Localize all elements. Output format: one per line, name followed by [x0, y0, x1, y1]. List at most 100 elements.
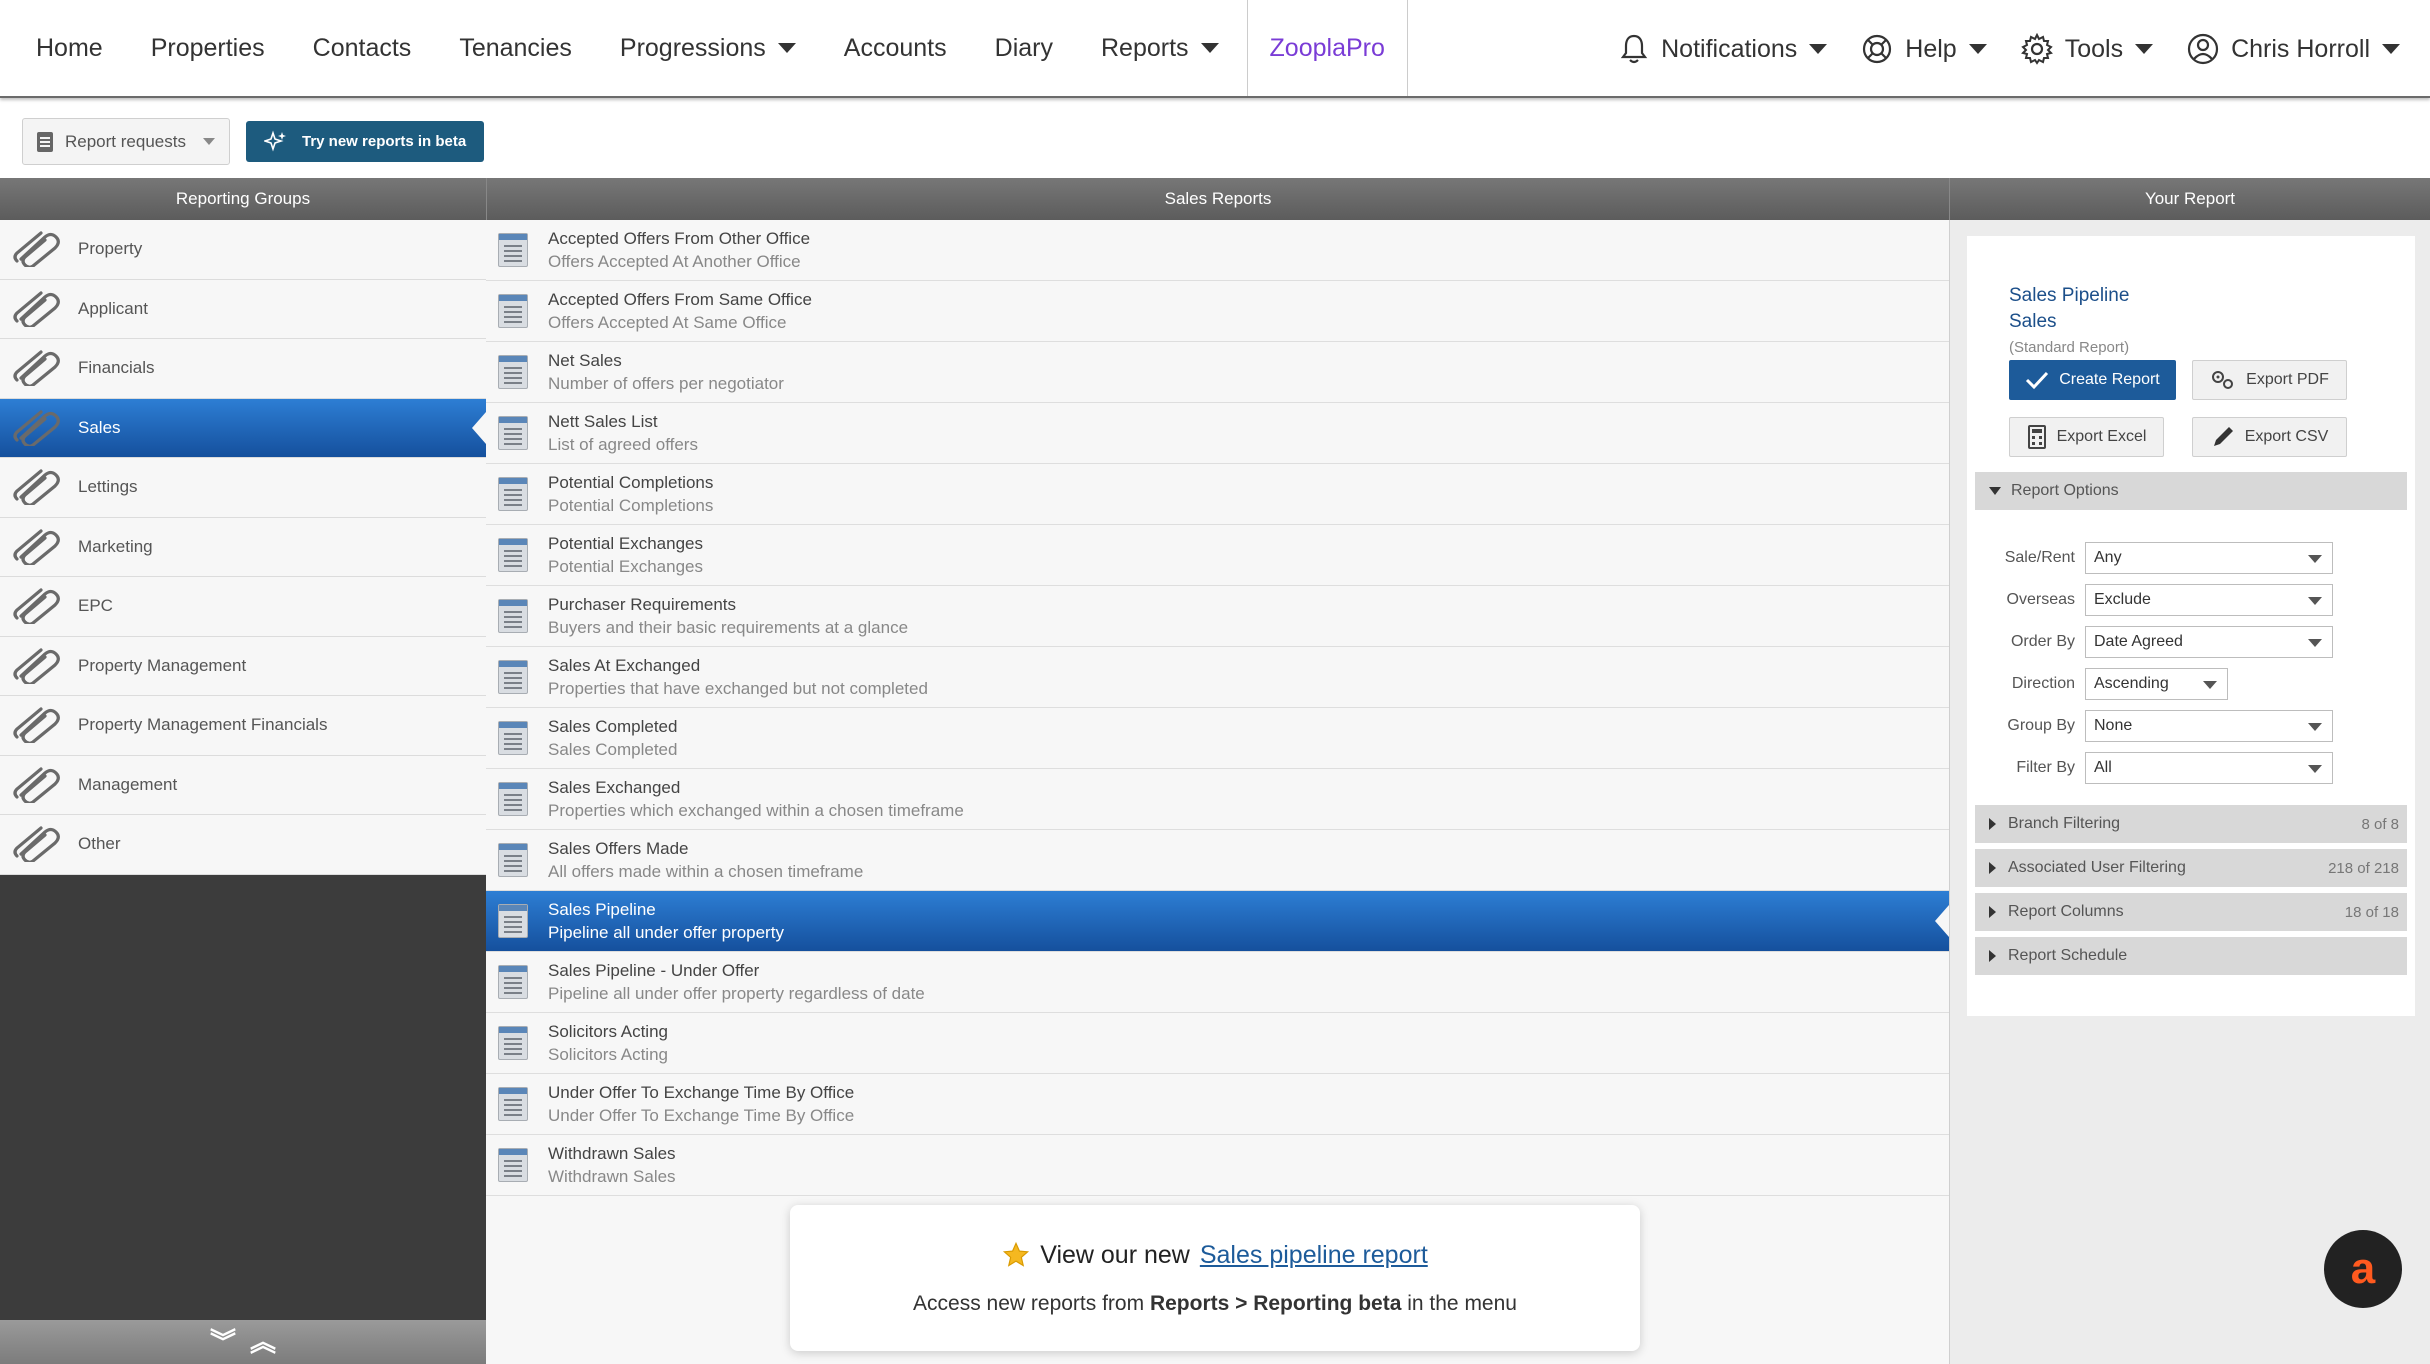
- report-item[interactable]: Potential Exchanges Potential Exchanges: [486, 525, 1949, 586]
- paperclip-icon: [8, 467, 64, 507]
- nav-right: Notifications Help Tools Chris Horroll: [1619, 0, 2400, 98]
- group-item-property[interactable]: Property: [0, 220, 486, 280]
- nav-accounts[interactable]: Accounts: [844, 0, 947, 96]
- nav-reports[interactable]: Reports: [1101, 0, 1219, 96]
- sales-reports-list: Accepted Offers From Other Office Offers …: [486, 220, 1949, 1364]
- export-pdf-button[interactable]: Export PDF: [2192, 360, 2347, 400]
- report-item-subtitle: Pipeline all under offer property regard…: [548, 983, 925, 1003]
- nav-properties[interactable]: Properties: [151, 0, 265, 96]
- report-options-toggle[interactable]: Report Options: [1975, 472, 2407, 510]
- nav-reports-label: Reports: [1100, 33, 1189, 62]
- export-excel-button[interactable]: Export Excel: [2009, 417, 2164, 457]
- report-item-text: Sales Pipeline - Under Offer Pipeline all…: [548, 961, 925, 1004]
- group-item-property-management[interactable]: Property Management: [0, 636, 486, 696]
- nav-left: Home Properties Contacts Tenancies Progr…: [0, 0, 1408, 96]
- report-item-title: Sales Pipeline - Under Offer: [548, 960, 760, 980]
- report-item[interactable]: Accepted Offers From Same Office Offers A…: [486, 281, 1949, 342]
- group-item-marketing[interactable]: Marketing: [0, 517, 486, 577]
- group-item-sales[interactable]: Sales: [0, 398, 486, 458]
- chat-launcher-button[interactable]: a: [2324, 1230, 2402, 1308]
- report-item-title: Sales Pipeline: [548, 899, 656, 919]
- group-item-lettings[interactable]: Lettings: [0, 458, 486, 518]
- nav-tenancies[interactable]: Tenancies: [459, 0, 572, 96]
- report-item[interactable]: Nett Sales List List of agreed offers: [486, 403, 1949, 464]
- report-item[interactable]: Sales Pipeline - Under Offer Pipeline all…: [486, 952, 1949, 1013]
- group-item-applicant[interactable]: Applicant: [0, 279, 486, 339]
- option-label: Direction: [2011, 675, 2075, 692]
- report-item[interactable]: Accepted Offers From Other Office Offers …: [486, 220, 1949, 281]
- report-item[interactable]: Sales Pipeline Pipeline all under offer p…: [486, 891, 1949, 952]
- report-document-icon: [498, 294, 528, 328]
- report-item[interactable]: Potential Completions Potential Completio…: [486, 464, 1949, 525]
- sales-pipeline-report-link[interactable]: Sales pipeline report: [1200, 1241, 1428, 1270]
- selected-report-name: Sales Pipeline Sales: [2009, 283, 2129, 335]
- section-label: Report Columns: [2008, 903, 2124, 920]
- groups-footer: ︾ ︽: [0, 1320, 486, 1364]
- sales-reports-title: Sales Reports: [1164, 189, 1272, 208]
- section-branch-filtering[interactable]: Branch Filtering 8 of 8: [1975, 805, 2407, 843]
- nav-help[interactable]: Help: [1861, 0, 1987, 98]
- report-item[interactable]: Sales Completed Sales Completed: [486, 708, 1949, 769]
- nav-progressions[interactable]: Progressions: [620, 0, 796, 96]
- chevron-down-icon: [2308, 765, 2322, 773]
- report-item-title: Net Sales: [548, 350, 622, 370]
- nav-diary-label: Diary: [994, 33, 1053, 62]
- nav-notifications[interactable]: Notifications: [1619, 0, 1828, 98]
- try-beta-label: Try new reports in beta: [302, 133, 467, 150]
- nav-home[interactable]: Home: [36, 0, 103, 96]
- try-beta-button[interactable]: Try new reports in beta: [246, 121, 485, 162]
- collapse-up-icon[interactable]: ︽: [250, 1329, 276, 1355]
- section-report-columns[interactable]: Report Columns 18 of 18: [1975, 893, 2407, 931]
- star-icon: [1003, 1241, 1030, 1267]
- sparkle-icon: [264, 129, 286, 152]
- promo-subtext-a: Access new reports from: [913, 1291, 1145, 1315]
- option-value: None: [2094, 717, 2133, 734]
- report-item[interactable]: Withdrawn Sales Withdrawn Sales: [486, 1135, 1949, 1196]
- group-item-management[interactable]: Management: [0, 755, 486, 815]
- report-item-text: Sales Exchanged Properties which exchange…: [548, 778, 964, 821]
- section-associated-user-filtering[interactable]: Associated User Filtering 218 of 218: [1975, 849, 2407, 887]
- paperclip-icon: [8, 765, 64, 805]
- report-item[interactable]: Sales At Exchanged Properties that have e…: [486, 647, 1949, 708]
- report-item[interactable]: Net Sales Number of offers per negotiator: [486, 342, 1949, 403]
- caret-right-icon: [1989, 862, 1996, 874]
- group-item-property-management-financials[interactable]: Property Management Financials: [0, 696, 486, 756]
- nav-tools-label: Tools: [2064, 34, 2124, 63]
- sales-pipeline-promo: View our new Sales pipeline report Acces…: [790, 1205, 1640, 1351]
- paperclip-icon: [8, 824, 64, 864]
- group-item-other[interactable]: Other: [0, 815, 486, 875]
- option-select[interactable]: Exclude: [2085, 584, 2333, 616]
- chevron-down-icon: [203, 138, 215, 145]
- report-item[interactable]: Sales Offers Made All offers made within …: [486, 830, 1949, 891]
- collapse-down-icon[interactable]: ︾: [210, 1329, 236, 1355]
- section-report-schedule[interactable]: Report Schedule: [1975, 937, 2407, 975]
- report-item[interactable]: Solicitors Acting Solicitors Acting: [486, 1013, 1949, 1074]
- paperclip-icon: [8, 348, 64, 388]
- lifebuoy-icon: [1863, 34, 1892, 64]
- nav-diary[interactable]: Diary: [995, 0, 1053, 96]
- group-item-financials[interactable]: Financials: [0, 339, 486, 399]
- option-select[interactable]: Ascending: [2085, 668, 2228, 700]
- option-select[interactable]: Date Agreed: [2085, 626, 2333, 658]
- option-select[interactable]: Any: [2085, 542, 2333, 574]
- nav-contacts[interactable]: Contacts: [313, 0, 412, 96]
- group-item-epc[interactable]: EPC: [0, 577, 486, 637]
- group-item-label: Financials: [78, 358, 155, 378]
- report-requests-dropdown[interactable]: Report requests: [22, 118, 230, 165]
- option-select[interactable]: All: [2085, 752, 2333, 784]
- report-document-icon: [498, 233, 528, 267]
- create-report-button[interactable]: Create Report: [2009, 360, 2176, 400]
- nav-zooplapro[interactable]: ZooplaPro: [1246, 0, 1408, 96]
- nav-user-label: Chris Horroll: [2231, 34, 2370, 63]
- nav-user[interactable]: Chris Horroll: [2187, 0, 2400, 98]
- chevron-down-icon: [2308, 723, 2322, 731]
- export-csv-button[interactable]: Export CSV: [2192, 417, 2347, 457]
- report-item[interactable]: Sales Exchanged Properties which exchange…: [486, 769, 1949, 830]
- option-label: Sale/Rent: [2004, 549, 2075, 566]
- option-select[interactable]: None: [2085, 710, 2333, 742]
- report-options-label: Report Options: [2011, 482, 2119, 499]
- nav-tools[interactable]: Tools: [2020, 0, 2154, 98]
- report-item[interactable]: Under Offer To Exchange Time By Office Un…: [486, 1074, 1949, 1135]
- report-item[interactable]: Purchaser Requirements Buyers and their b…: [486, 586, 1949, 647]
- reporting-groups-title: Reporting Groups: [175, 189, 311, 208]
